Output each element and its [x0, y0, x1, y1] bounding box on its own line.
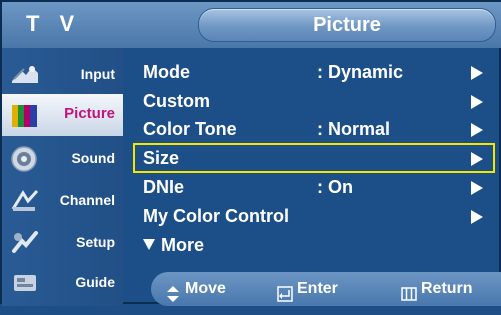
- menu-row-size[interactable]: Size: [133, 143, 495, 173]
- sound-icon: [10, 145, 40, 173]
- updown-arrow-icon: [165, 281, 181, 302]
- sidebar-item-label: Sound: [71, 150, 115, 166]
- arrow-right-icon: [471, 152, 483, 166]
- input-icon: [10, 61, 40, 89]
- sidebar-item-label: Channel: [59, 192, 115, 208]
- tv-menu-screen: T V Picture Input Picture Sound Channel …: [0, 0, 501, 306]
- menu-row-color-tone[interactable]: Color Tone : Normal: [133, 115, 495, 143]
- row-name: More: [143, 231, 204, 259]
- triangle-down-icon: [143, 239, 155, 250]
- sidebar-item-label: Setup: [76, 234, 115, 250]
- row-value: : Dynamic: [317, 62, 404, 82]
- menu-row-mode[interactable]: Mode : Dynamic: [133, 58, 495, 86]
- sidebar-item-label: Guide: [75, 274, 115, 290]
- help-move: Move: [165, 272, 245, 306]
- row-name: Color Tone: [143, 119, 237, 139]
- menu-row-custom[interactable]: Custom: [133, 87, 495, 115]
- sidebar-item-channel[interactable]: Channel: [2, 180, 123, 222]
- arrow-right-icon: [471, 123, 483, 137]
- arrow-right-icon: [471, 210, 483, 224]
- sidebar-item-sound[interactable]: Sound: [2, 138, 123, 180]
- help-bar: Move Enter Return: [123, 272, 501, 306]
- help-enter: Enter: [277, 272, 367, 306]
- sidebar-item-setup[interactable]: Setup: [2, 222, 123, 264]
- sidebar-item-label: Input: [80, 66, 115, 82]
- setup-icon: [10, 229, 40, 257]
- more-label: More: [161, 235, 205, 255]
- row-value: : Normal: [317, 119, 391, 139]
- arrow-right-icon: [471, 181, 483, 195]
- sidebar-item-input[interactable]: Input: [2, 54, 123, 96]
- arrow-right-icon: [471, 66, 483, 80]
- guide-icon: [10, 269, 40, 297]
- sidebar: Input Picture Sound Channel Setup Guide: [2, 48, 123, 306]
- row-name: My Color Control: [143, 206, 289, 226]
- row-name: Size: [143, 148, 180, 168]
- row-name: DNIe: [143, 177, 185, 197]
- help-return: Return: [401, 272, 497, 306]
- arrow-right-icon: [471, 95, 483, 109]
- menu-row-my-color-control[interactable]: My Color Control: [133, 202, 495, 230]
- picture-icon: [10, 101, 40, 129]
- row-value: : On: [317, 177, 353, 197]
- help-pill: Move Enter Return: [151, 272, 501, 306]
- channel-icon: [10, 187, 40, 215]
- row-name: Custom: [143, 91, 210, 111]
- menu-row-dnie[interactable]: DNIe : On: [133, 173, 495, 201]
- menu-title: Picture: [313, 14, 381, 36]
- row-name: Mode: [143, 62, 190, 82]
- enter-icon: [277, 281, 293, 302]
- source-label: T V: [26, 11, 82, 36]
- menu-row-more[interactable]: More: [133, 231, 495, 259]
- title-bar: T V Picture: [2, 2, 501, 48]
- picture-menu: Mode : Dynamic Custom Color Tone : Norma…: [123, 48, 501, 262]
- sidebar-item-guide[interactable]: Guide: [2, 262, 123, 304]
- sidebar-item-picture[interactable]: Picture: [2, 94, 123, 136]
- menu-title-pill: Picture: [198, 8, 496, 42]
- sidebar-item-label: Picture: [64, 105, 115, 122]
- return-icon: [401, 281, 417, 301]
